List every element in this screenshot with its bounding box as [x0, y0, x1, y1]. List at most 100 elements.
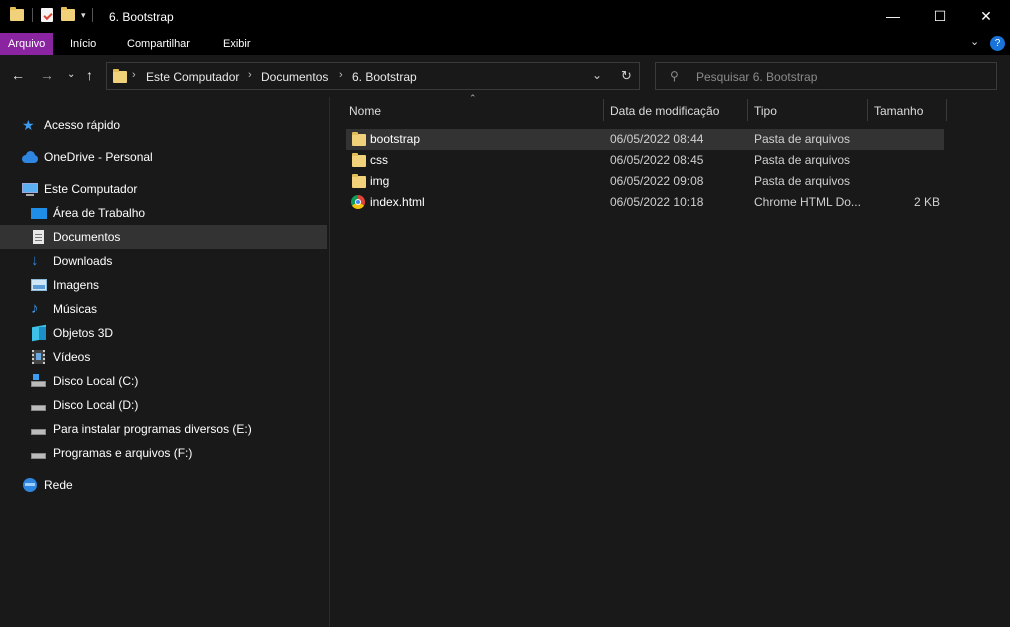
sidebar-item-documentos[interactable]: Documentos: [0, 225, 327, 249]
minimize-button[interactable]: —: [870, 0, 916, 33]
image-icon: [31, 277, 47, 293]
file-modified: 06/05/2022 08:45: [610, 153, 704, 167]
tab-inicio[interactable]: Início: [62, 33, 104, 55]
network-icon: [22, 477, 38, 493]
sidebar-item-disco-e[interactable]: Para instalar programas diversos (E:): [31, 417, 252, 441]
file-type: Pasta de arquivos: [754, 132, 851, 146]
file-name: bootstrap: [370, 132, 421, 146]
tab-exibir[interactable]: Exibir: [215, 33, 259, 55]
sidebar-item-este-computador[interactable]: Este Computador: [22, 177, 137, 201]
sidebar-item-label: Disco Local (C:): [53, 374, 139, 388]
file-row[interactable]: img 06/05/2022 09:08 Pasta de arquivos: [346, 171, 944, 192]
folder-icon: [352, 132, 366, 146]
divider: [91, 8, 93, 22]
sidebar-item-label: Rede: [44, 478, 73, 492]
file-modified: 06/05/2022 10:18: [610, 195, 704, 209]
back-button[interactable]: ←: [11, 67, 25, 83]
new-folder-icon[interactable]: [61, 7, 75, 21]
sidebar-item-label: Músicas: [53, 302, 98, 316]
forward-button[interactable]: →: [40, 67, 54, 83]
tab-compartilhar[interactable]: Compartilhar: [119, 33, 198, 55]
sidebar-item-videos[interactable]: Vídeos: [31, 345, 90, 369]
sidebar-item-label: Para instalar programas diversos (E:): [53, 422, 252, 436]
breadcrumb-current[interactable]: 6. Bootstrap: [352, 70, 417, 84]
folder-icon: [352, 153, 366, 167]
sidebar-item-disco-f[interactable]: Programas e arquivos (F:): [31, 441, 192, 465]
breadcrumb-este-computador[interactable]: Este Computador: [146, 70, 239, 84]
breadcrumb-separator: ›: [132, 69, 136, 81]
tab-arquivo[interactable]: Arquivo: [0, 33, 54, 55]
title-bar: ▾ 6. Bootstrap — ☐ ✕: [0, 0, 1010, 33]
sidebar-item-imagens[interactable]: Imagens: [31, 273, 99, 297]
breadcrumb-documentos[interactable]: Documentos: [261, 70, 328, 84]
sidebar-item-label: Documentos: [53, 230, 121, 244]
sidebar-item-onedrive[interactable]: OneDrive - Personal: [22, 145, 153, 169]
file-modified: 06/05/2022 08:44: [610, 132, 704, 146]
refresh-icon[interactable]: ↻: [621, 68, 632, 84]
sidebar-item-area-de-trabalho[interactable]: Área de Trabalho: [31, 201, 145, 225]
up-button[interactable]: ↑: [86, 67, 93, 83]
sidebar-item-label: Vídeos: [53, 350, 91, 364]
computer-icon: [22, 181, 38, 197]
search-input[interactable]: Pesquisar 6. Bootstrap: [696, 70, 817, 84]
column-divider[interactable]: [603, 99, 604, 121]
file-modified: 06/05/2022 09:08: [610, 174, 704, 188]
navigation-pane: ★ Acesso rápido OneDrive - Personal Este…: [0, 97, 329, 627]
column-divider[interactable]: [747, 99, 748, 121]
sidebar-item-acesso-rapido[interactable]: ★ Acesso rápido: [22, 113, 120, 137]
folder-icon: [10, 7, 24, 21]
address-history-icon[interactable]: ⌄: [592, 68, 602, 82]
sidebar-item-label: Objetos 3D: [53, 326, 114, 340]
chrome-icon: [351, 195, 365, 209]
sidebar-item-musicas[interactable]: ♪ Músicas: [31, 297, 97, 321]
sidebar-item-objetos-3d[interactable]: Objetos 3D: [31, 321, 113, 345]
sidebar-item-disco-d[interactable]: Disco Local (D:): [31, 393, 138, 417]
column-header-tipo[interactable]: Tipo: [754, 100, 777, 122]
folder-icon: [352, 174, 366, 188]
breadcrumb-separator: ›: [248, 69, 252, 81]
file-name: css: [370, 153, 388, 167]
drive-icon: [31, 445, 47, 461]
music-icon: ♪: [31, 300, 39, 317]
search-box[interactable]: ⚲ Pesquisar 6. Bootstrap: [655, 62, 997, 90]
cloud-icon: [22, 149, 38, 165]
sidebar-item-label: Imagens: [53, 278, 100, 292]
breadcrumb-separator: ›: [339, 69, 343, 81]
sidebar-item-label: Programas e arquivos (F:): [53, 446, 193, 460]
sidebar-item-disco-c[interactable]: Disco Local (C:): [31, 369, 138, 393]
sidebar-item-downloads[interactable]: ↓ Downloads: [31, 249, 112, 273]
file-row[interactable]: bootstrap 06/05/2022 08:44 Pasta de arqu…: [346, 129, 944, 150]
column-header-tamanho[interactable]: Tamanho: [874, 100, 923, 122]
column-divider[interactable]: [946, 99, 947, 121]
properties-icon[interactable]: [41, 8, 53, 22]
sort-arrow-icon: ⌃: [469, 93, 477, 103]
divider: [32, 8, 33, 22]
address-bar[interactable]: › Este Computador › Documentos › 6. Boot…: [106, 62, 640, 90]
customize-toolbar-icon[interactable]: ▾: [81, 10, 86, 21]
sidebar-item-rede[interactable]: Rede: [22, 473, 73, 497]
sidebar-item-label: Downloads: [53, 254, 113, 268]
drive-icon: [31, 397, 47, 413]
desktop-icon: [31, 205, 47, 221]
column-header-nome[interactable]: Nome: [349, 100, 381, 122]
maximize-button[interactable]: ☐: [917, 0, 963, 33]
file-row[interactable]: index.html 06/05/2022 10:18 Chrome HTML …: [346, 192, 944, 213]
star-icon: ★: [22, 117, 35, 133]
search-icon: ⚲: [670, 69, 679, 83]
drive-icon: [31, 421, 47, 437]
recent-locations-icon[interactable]: ⌄: [67, 69, 75, 80]
expand-ribbon-icon[interactable]: ⌄: [970, 35, 979, 48]
document-icon: [31, 229, 47, 245]
column-header-data[interactable]: Data de modificação: [610, 100, 719, 122]
help-icon[interactable]: ?: [990, 36, 1005, 51]
sidebar-item-label: Acesso rápido: [44, 118, 121, 132]
drive-icon: [31, 373, 47, 389]
cube-icon: [31, 324, 47, 342]
column-divider[interactable]: [867, 99, 868, 121]
close-button[interactable]: ✕: [963, 0, 1009, 33]
pane-divider[interactable]: [329, 97, 330, 627]
quick-access-toolbar: ▾: [10, 7, 93, 22]
sidebar-item-label: Este Computador: [44, 182, 138, 196]
file-row[interactable]: css 06/05/2022 08:45 Pasta de arquivos: [346, 150, 944, 171]
file-name: img: [370, 174, 390, 188]
